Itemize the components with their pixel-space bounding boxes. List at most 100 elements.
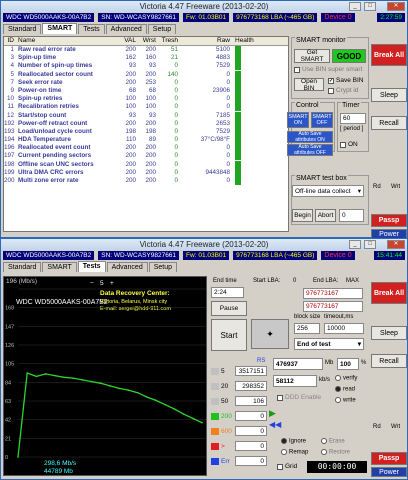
end-of-test-select[interactable]: End of test ▾: [294, 338, 364, 350]
direction-pad[interactable]: ✦: [251, 319, 289, 349]
test-value-input[interactable]: 0: [339, 209, 364, 222]
abort-button[interactable]: Abort: [315, 209, 336, 222]
break-all-button[interactable]: Break All: [371, 44, 407, 66]
smart-row[interactable]: 4 Number of spin-up times 93 93 0 7529: [4, 62, 288, 71]
erase-radio[interactable]: Erase: [321, 438, 345, 445]
read-label: read: [343, 386, 356, 393]
test-type-select[interactable]: Off-line data collect ▾: [292, 185, 364, 197]
end-time-field[interactable]: 2:24: [211, 287, 244, 298]
tab-setup[interactable]: Setup: [148, 262, 178, 272]
minimize-button[interactable]: _: [349, 240, 361, 249]
health-bar: [230, 152, 286, 161]
y-tick-label: 105: [5, 362, 14, 368]
ddd-enable-checkbox[interactable]: DDD Enable: [277, 394, 321, 401]
tab-setup[interactable]: Setup: [147, 24, 177, 34]
ignore-radio[interactable]: Ignore: [281, 438, 306, 445]
smart-row[interactable]: 5 Reallocated sector count 200 200 140 0: [4, 70, 288, 79]
wrt-label: Wrt: [391, 424, 401, 430]
smart-cell-name: Ultra DMA CRC errors: [18, 168, 84, 176]
tab-tests[interactable]: Tests: [77, 261, 106, 272]
end-lba-max[interactable]: MAX: [346, 278, 359, 284]
close-button[interactable]: ✕: [387, 2, 405, 11]
tab-tests[interactable]: Tests: [78, 24, 105, 34]
recall-button[interactable]: Recall: [371, 354, 407, 368]
passp-button[interactable]: Passp: [371, 452, 407, 465]
sleep-button[interactable]: Sleep: [371, 88, 407, 102]
smart-row[interactable]: 196 Reallocated event count 200 200 0 0: [4, 144, 288, 153]
speed-point: [26, 372, 29, 374]
smart-row[interactable]: 199 Ultra DMA CRC errors 200 200 0 9443848: [4, 168, 288, 177]
smart-row[interactable]: 193 Load/unload cycle count 198 198 0 7529: [4, 127, 288, 136]
smart-cell-raw: 7529: [215, 62, 230, 70]
tab-smart[interactable]: SMART: [42, 23, 78, 34]
smart-cell-raw: 7529: [215, 127, 230, 135]
get-smart-button[interactable]: Get SMART: [294, 49, 330, 63]
passp-button[interactable]: Passp: [371, 214, 407, 227]
restore-radio[interactable]: Restore: [321, 449, 350, 456]
smart-cell-val: 200: [125, 70, 136, 78]
smart-row[interactable]: 1 Raw read error rate 200 200 51 5100: [4, 46, 288, 54]
tab-bar: Standard SMART Tests Advanced Setup: [1, 23, 407, 34]
smart-row[interactable]: 3 Spin-up time 162 160 21 4883: [4, 54, 288, 63]
smart-row[interactable]: 12 Start/stop count 93 93 0 7185: [4, 111, 288, 120]
minimize-button[interactable]: _: [349, 2, 361, 11]
maximize-button[interactable]: □: [364, 240, 376, 249]
sleep-button[interactable]: Sleep: [371, 326, 407, 340]
use-bin-checkbox[interactable]: Use BIN super smart: [294, 66, 362, 73]
start-button[interactable]: Start: [211, 319, 247, 351]
tab-smart[interactable]: SMART: [42, 262, 77, 272]
pause-button[interactable]: Pause: [211, 301, 247, 316]
tab-standard[interactable]: Standard: [3, 24, 42, 34]
speed-graph: 196 (Mb/s) WDC WD5000AAKS-00A7B2 − 5 + D…: [3, 276, 207, 476]
tab-advanced[interactable]: Advanced: [105, 24, 147, 34]
autosave-on-button[interactable]: Auto Save attributes ON: [287, 131, 333, 143]
play-icon[interactable]: ▶: [269, 408, 276, 419]
smart-off-button[interactable]: SMART OFF: [311, 112, 333, 128]
rewind-icon[interactable]: ◀◀: [269, 420, 281, 429]
start-lba-field[interactable]: 976773167: [303, 288, 363, 299]
smart-row[interactable]: 9 Power-on time 68 68 0 23906: [4, 86, 288, 95]
crypt-id-checkbox[interactable]: Crypt id: [328, 87, 358, 94]
smart-row[interactable]: 192 Power-off retract count 200 200 0 2653: [4, 119, 288, 128]
smart-row[interactable]: 7 Seek error rate 200 253 0 0: [4, 78, 288, 87]
smart-row[interactable]: 200 Multi zone error rate 200 200 0 0: [4, 177, 288, 185]
power-button[interactable]: Power: [371, 467, 407, 477]
y-tick-label: 126: [5, 343, 14, 349]
recall-button[interactable]: Recall: [371, 116, 407, 130]
autosave-off-button[interactable]: Auto Save attributes OFF: [287, 144, 333, 156]
read-radio[interactable]: read: [335, 386, 355, 393]
smart-on-button[interactable]: SMART ON: [287, 112, 309, 128]
timeout-select[interactable]: 10000: [324, 323, 364, 334]
write-radio[interactable]: write: [335, 397, 356, 404]
smart-row[interactable]: 11 Recalibration retries 100 100 0 0: [4, 103, 288, 112]
timer-label: Timer: [341, 102, 361, 109]
ignore-label: Ignore: [289, 438, 307, 445]
crypt-id-label: Crypt id: [336, 87, 359, 94]
lba-box: 976773168 LBA (~465 GB): [233, 13, 318, 22]
block-size-select[interactable]: 256: [294, 323, 320, 334]
begin-button[interactable]: Begin: [292, 209, 313, 222]
grid-checkbox[interactable]: Grid: [277, 463, 297, 470]
remap-radio[interactable]: Remap: [281, 449, 308, 456]
latency-stat-row: 20 298352: [211, 380, 267, 392]
smart-cell-name: Power-on time: [18, 86, 62, 94]
tab-advanced[interactable]: Advanced: [106, 262, 148, 272]
timer-period-input[interactable]: 60: [340, 113, 366, 124]
close-button[interactable]: ✕: [387, 240, 405, 249]
open-bin-button[interactable]: Open BIN: [294, 78, 324, 92]
maximize-button[interactable]: □: [364, 2, 376, 11]
save-bin-checkbox[interactable]: ✓ Save BIN: [328, 77, 363, 84]
write-label: write: [343, 397, 356, 404]
tab-standard[interactable]: Standard: [3, 262, 42, 272]
smart-cell-tr: 0: [174, 103, 178, 111]
smart-row[interactable]: 10 Spin-up retries 100 100 0 0: [4, 95, 288, 104]
timer-on-checkbox[interactable]: ON: [340, 141, 358, 148]
verify-radio[interactable]: verify: [335, 375, 357, 382]
break-all-button[interactable]: Break All: [371, 282, 407, 304]
smart-row[interactable]: 198 Offline scan UNC sectors 200 200 0 0: [4, 160, 288, 169]
smart-row[interactable]: 194 HDA Temperature 110 89 0 37°C/98°F: [4, 136, 288, 145]
smart-row[interactable]: 197 Current pending sectors 200 200 0 0: [4, 152, 288, 161]
serial-box: SN: WD-WCASY9827661: [98, 13, 180, 22]
end-lba-field[interactable]: 976773167: [303, 301, 363, 312]
device-label: Device 0: [321, 13, 355, 22]
